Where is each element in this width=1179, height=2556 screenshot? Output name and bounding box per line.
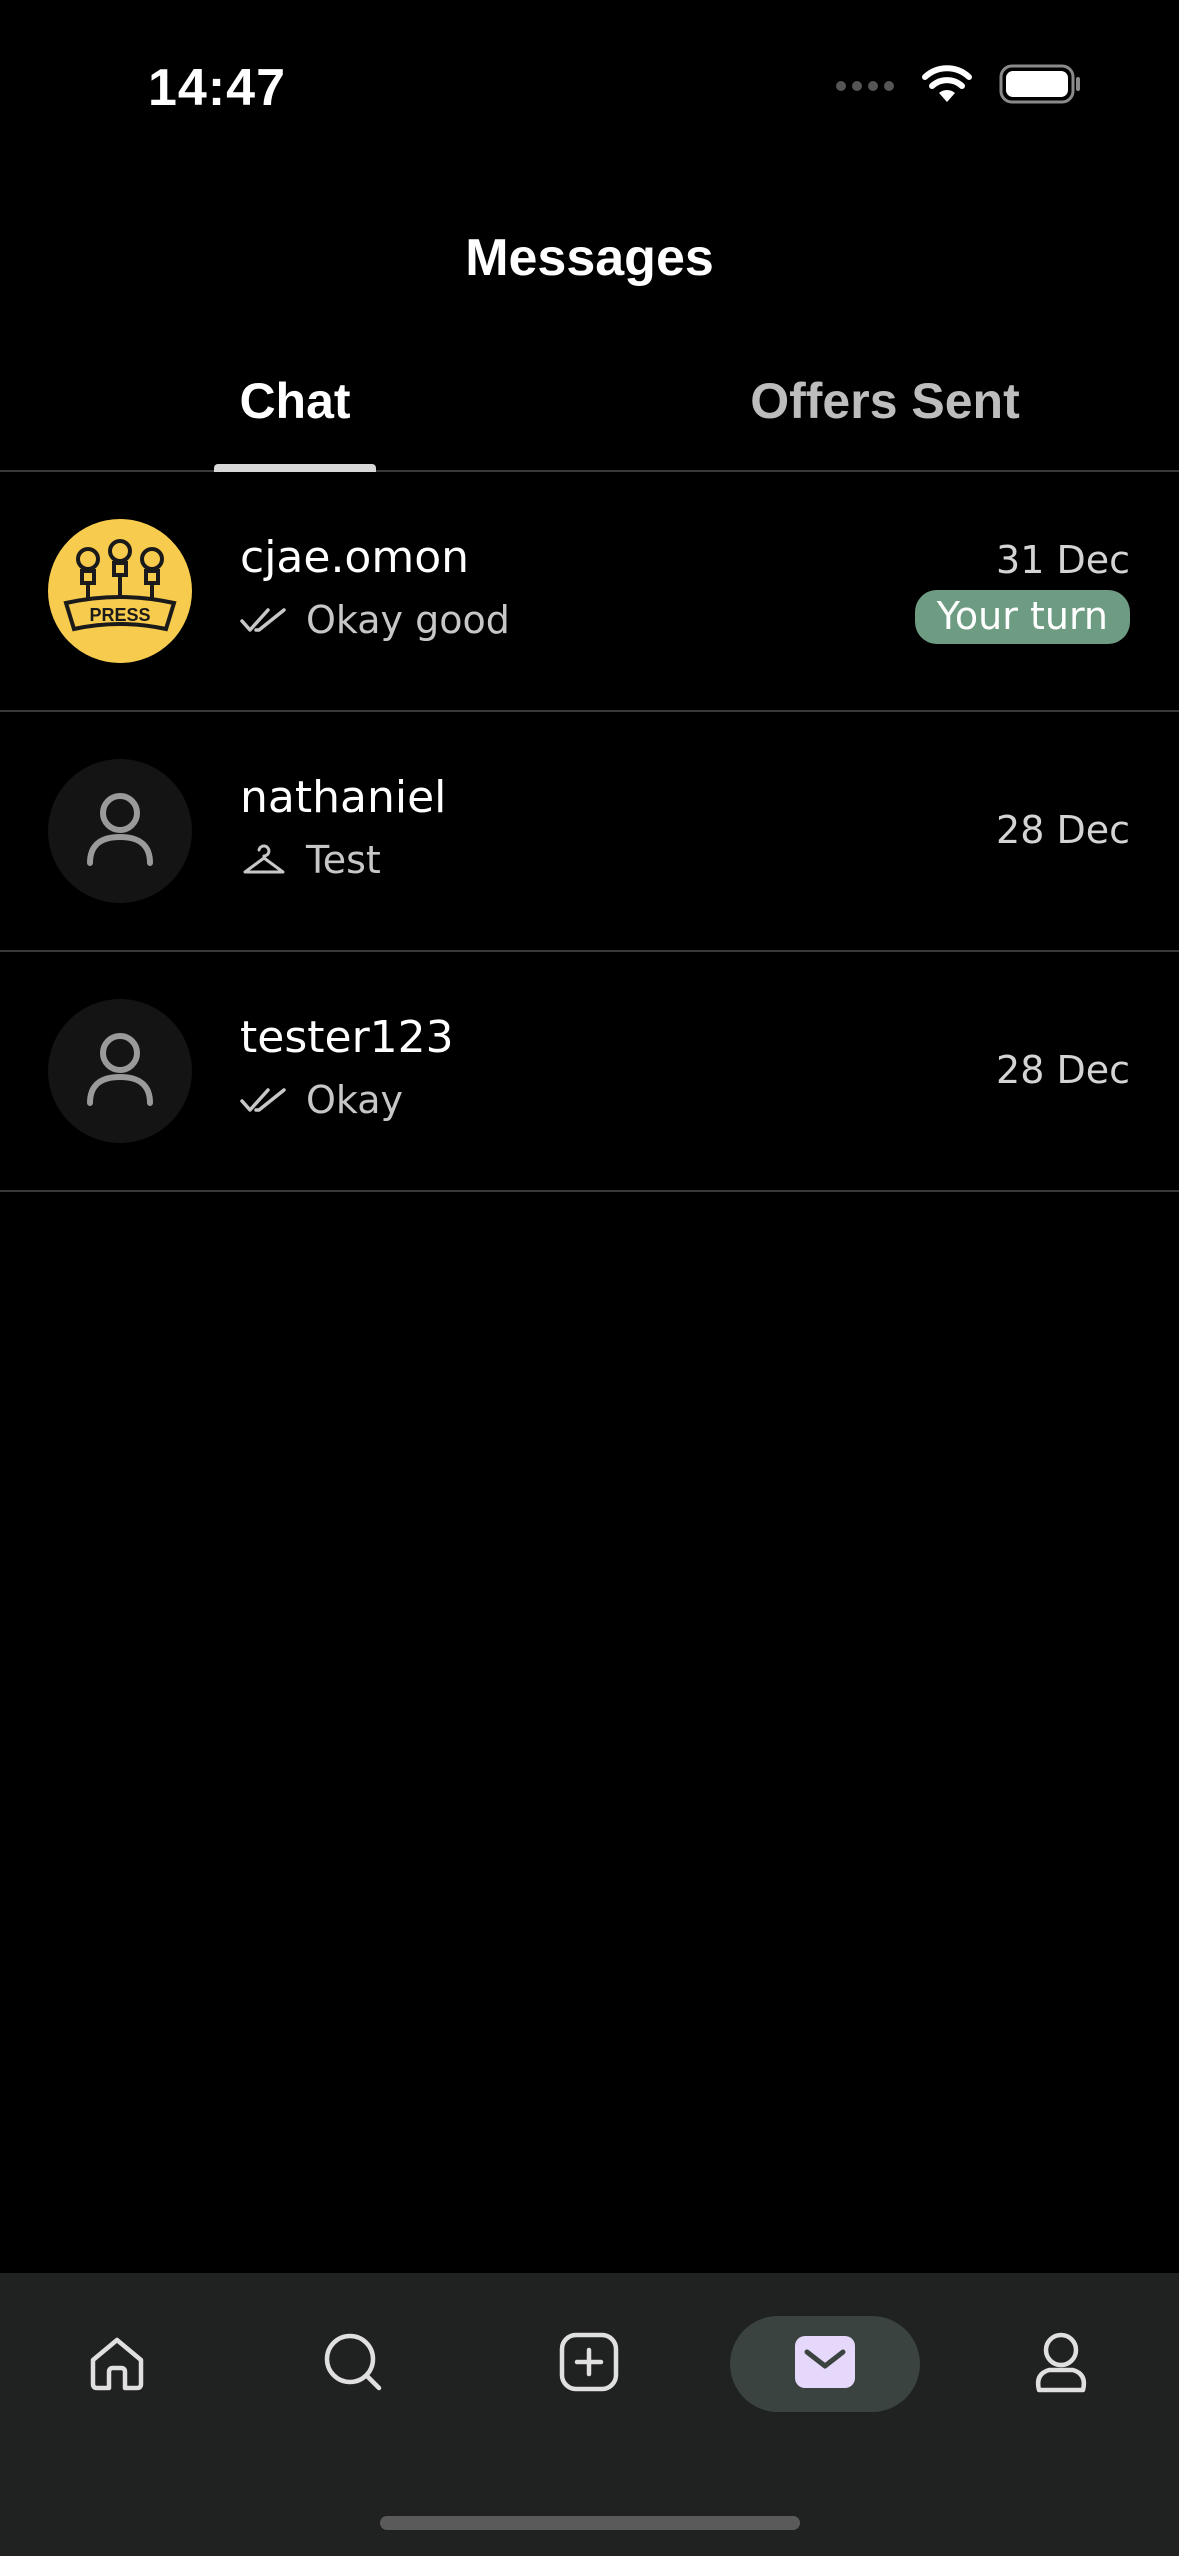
tab-chat[interactable]: Chat (210, 372, 380, 430)
page-title: Messages (465, 229, 714, 287)
status-time: 14:47 (148, 59, 286, 117)
messages-icon (793, 2330, 857, 2398)
nav-profile[interactable] (966, 2316, 1156, 2412)
conversation-date: 28 Dec (996, 808, 1130, 852)
conversation-name: tester123 (240, 1012, 454, 1063)
wifi-icon (921, 64, 973, 108)
tab-offers-sent[interactable]: Offers Sent (700, 372, 1070, 430)
home-indicator (380, 2516, 800, 2530)
conversation-row[interactable]: PRESS cjae.omon Okay good 31 Dec Your tu… (0, 472, 1179, 712)
conversation-name: cjae.omon (240, 532, 470, 583)
profile-icon (1029, 2330, 1093, 2398)
preview-text: Okay (306, 1078, 404, 1122)
conversation-row[interactable]: nathaniel Test 28 Dec (0, 712, 1179, 952)
conversation-date: 28 Dec (996, 1048, 1130, 1092)
conversation-row[interactable]: tester123 Okay 28 Dec (0, 952, 1179, 1192)
nav-add-listing[interactable] (494, 2316, 684, 2412)
active-tab-indicator (214, 464, 376, 472)
preview-text: Okay good (306, 598, 510, 642)
conversation-preview: Okay (240, 1078, 403, 1122)
search-icon (321, 2330, 385, 2398)
conversation-name: nathaniel (240, 772, 447, 823)
double-check-icon (240, 600, 288, 640)
preview-text: Test (306, 838, 381, 882)
status-icons (835, 64, 1081, 108)
default-avatar (48, 999, 192, 1143)
bottom-navigation (0, 2273, 1179, 2556)
nav-home[interactable] (22, 2316, 212, 2412)
nav-search[interactable] (258, 2316, 448, 2412)
conversation-list: PRESS cjae.omon Okay good 31 Dec Your tu… (0, 472, 1179, 1192)
conversation-date: 31 Dec (996, 538, 1130, 582)
press-avatar: PRESS (48, 519, 192, 663)
tab-bar: Chat Offers Sent (0, 350, 1179, 472)
add-listing-icon (557, 2330, 621, 2398)
default-avatar (48, 759, 192, 903)
nav-messages[interactable] (730, 2316, 920, 2412)
hanger-icon (240, 840, 288, 880)
home-icon (85, 2330, 149, 2398)
signal-dots-icon (835, 77, 895, 96)
battery-icon (999, 64, 1081, 108)
svg-text:PRESS: PRESS (89, 605, 150, 625)
conversation-preview: Okay good (240, 598, 510, 642)
double-check-icon (240, 1080, 288, 1120)
status-bar: 14:47 (0, 0, 1179, 170)
conversation-preview: Test (240, 838, 381, 882)
your-turn-badge: Your turn (914, 590, 1130, 644)
